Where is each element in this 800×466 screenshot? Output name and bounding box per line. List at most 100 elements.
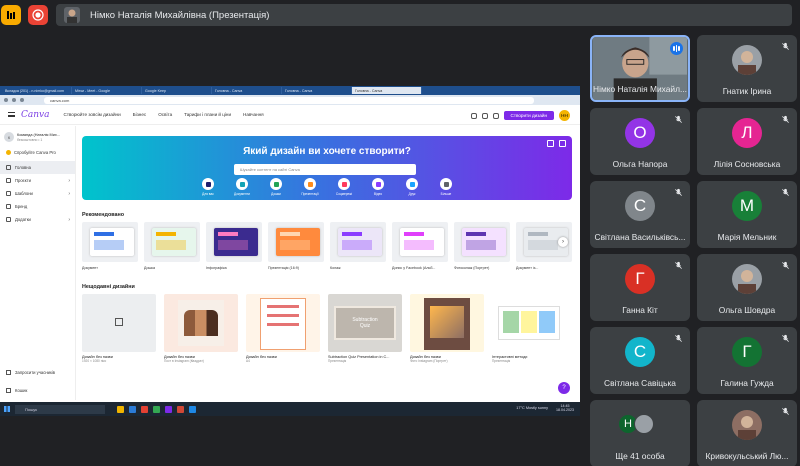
category-shortcut[interactable]: Документи [234,178,250,196]
category-shortcut[interactable]: Відео [370,178,386,196]
team-switcher[interactable]: К Команда (Наталія Мих... безкоштовно • … [0,126,75,148]
category-shortcut[interactable]: Дошки [268,178,284,196]
recent-design-card[interactable]: Інтерактивні методи Презентація [492,294,566,363]
participant-tile[interactable]: Німко Наталія Михайл... [590,35,690,102]
windows-start-icon[interactable] [4,406,10,412]
taskbar-search[interactable]: Пошук [15,404,105,414]
user-avatar[interactable]: НН [559,110,570,121]
participant-tile[interactable]: С Світлана Савіцька [590,327,690,394]
app-icon[interactable] [141,405,148,413]
sidebar-item-apps[interactable]: Додатки › [0,213,75,226]
participant-tile[interactable]: М Марія Мельник [697,181,797,248]
browser-tab-active[interactable]: Головна - Canva [352,87,422,94]
forward-icon[interactable] [12,98,16,102]
category-shortcut[interactable]: Соцмережі [336,178,352,196]
recommended-card[interactable]: Фотоколаж (Портрет) [454,222,510,270]
nav-item[interactable]: Створюйте зовсім дизайни [64,112,121,117]
try-pro-link[interactable]: Спробуйте Canva Pro [0,148,75,161]
participant-tile[interactable]: Гнатик Ірина [697,35,797,102]
participant-tile[interactable]: Г Ганна Кіт [590,254,690,321]
recommended-caption: Допис у Facebook (Альб... [392,266,436,270]
canva-logo[interactable]: Canva [21,110,50,120]
category-shortcut[interactable]: Презентації [301,178,319,196]
participant-tile[interactable]: Ольга Шовдра [697,254,797,321]
back-icon[interactable] [4,98,8,102]
invite-members-button[interactable]: Запросити учасників [6,370,55,375]
nav-item[interactable]: Тарифи і плани й ціни [184,112,231,117]
recommended-card[interactable]: Допис у Facebook (Альб... [392,222,448,270]
category-shortcuts: Для вас Документи Дошки Презентації Соцмереж… [82,178,572,196]
recommended-card[interactable]: Інфографіка [206,222,262,270]
browser-tab[interactable]: Вкладка (201) - n.nimko@gmail.com [2,87,72,94]
url-field[interactable]: canva.com [44,96,534,104]
stop-presenting-button[interactable] [28,5,48,25]
category-shortcut[interactable]: Друк [404,178,420,196]
weather[interactable]: 17°C Mostly sunny [516,406,548,410]
participant-tile[interactable]: О Ольга Напора [590,108,690,175]
notifications-icon[interactable] [492,112,499,119]
category-icon [304,178,316,190]
hero-search-input[interactable]: Шукайте контент на сайті Canva [234,164,416,175]
chevron-right-icon: › [68,190,70,197]
trash-button[interactable]: Кошик [6,388,27,393]
menu-icon[interactable] [8,112,15,117]
chevron-right-icon: › [68,177,70,184]
recommended-thumbnail [392,222,448,262]
recent-design-card[interactable]: Дизайн без назви 1920 × 1080 пікс [82,294,156,363]
hand-raise-button[interactable] [1,5,21,25]
scroll-right-button[interactable]: › [558,237,568,247]
participant-photo [732,264,762,294]
recent-design-card[interactable]: Subtraction Quiz Subtraction Quiz Presenta… [328,294,402,363]
nav-item[interactable]: Освіта [158,112,172,117]
bars-icon [7,11,15,19]
recent-design-card[interactable]: Дизайн без назви Фото Instagram (Портрет) [410,294,484,363]
edge-icon[interactable] [129,405,136,413]
participant-tile[interactable]: Л Лілія Сосновська [697,108,797,175]
crown-icon [6,150,11,155]
nav-item[interactable]: Навчання [243,112,264,117]
recommended-card[interactable]: Колаж [330,222,386,270]
nav-item[interactable]: Бізнес [133,112,147,117]
browser-tab[interactable]: Головна - Canva [212,87,282,94]
chrome-icon[interactable] [153,405,160,413]
participant-name: Кривокульський Лю... [705,451,789,461]
category-icon [270,178,282,190]
sidebar-item-label: Проєкти [15,178,31,183]
participant-tile[interactable]: Н Ще 41 особа [590,400,690,466]
recommended-card[interactable]: Дошка [144,222,200,270]
help-button[interactable]: ? [558,382,570,394]
browser-tab[interactable]: Мітки - Meet - Google [72,87,142,94]
category-shortcut[interactable]: Більше [438,178,454,196]
team-avatar: К [4,132,14,142]
participant-tile[interactable]: Кривокульський Лю... [697,400,797,466]
participant-photo [732,45,762,75]
folder-icon [6,178,11,183]
create-design-button[interactable]: Створити дизайн [503,111,554,120]
participant-tile[interactable]: Г Галина Гужда [697,327,797,394]
sidebar-item-templates[interactable]: Шаблони › [0,187,75,200]
sidebar-item-projects[interactable]: Проєкти › [0,174,75,187]
desktop-icon[interactable] [470,112,477,119]
sidebar-item-brand[interactable]: Бренд [0,200,75,213]
mic-off-icon [782,42,789,50]
browser-tab[interactable]: Google Keep [142,87,212,94]
clock[interactable]: 14:45 18.04.2023 [556,404,574,413]
browser-tab[interactable]: Головна - Canva [282,87,352,94]
app-icon[interactable] [177,405,184,413]
app-icon[interactable] [189,405,196,413]
sidebar-item-home[interactable]: Головна [0,161,75,174]
participant-tile[interactable]: С Світлана Васильківсь... [590,181,690,248]
recent-design-card[interactable]: Дизайн без назви Пост в Instagram (Квадра… [164,294,238,363]
category-shortcut[interactable]: Для вас [200,178,216,196]
recent-subtitle: 1920 × 1080 пікс [82,359,107,363]
recommended-card[interactable]: Презентація (16:9) [268,222,324,270]
reload-icon[interactable] [20,98,24,102]
mic-off-icon [675,334,682,342]
recommended-card[interactable]: Документ [82,222,138,270]
settings-icon[interactable] [481,112,488,119]
recent-thumbnail [82,294,156,352]
recent-design-card[interactable]: Дизайн без назви A4 [246,294,320,363]
mic-off-icon [782,115,789,123]
canva-app-icon[interactable] [165,405,172,413]
explorer-icon[interactable] [117,405,124,413]
